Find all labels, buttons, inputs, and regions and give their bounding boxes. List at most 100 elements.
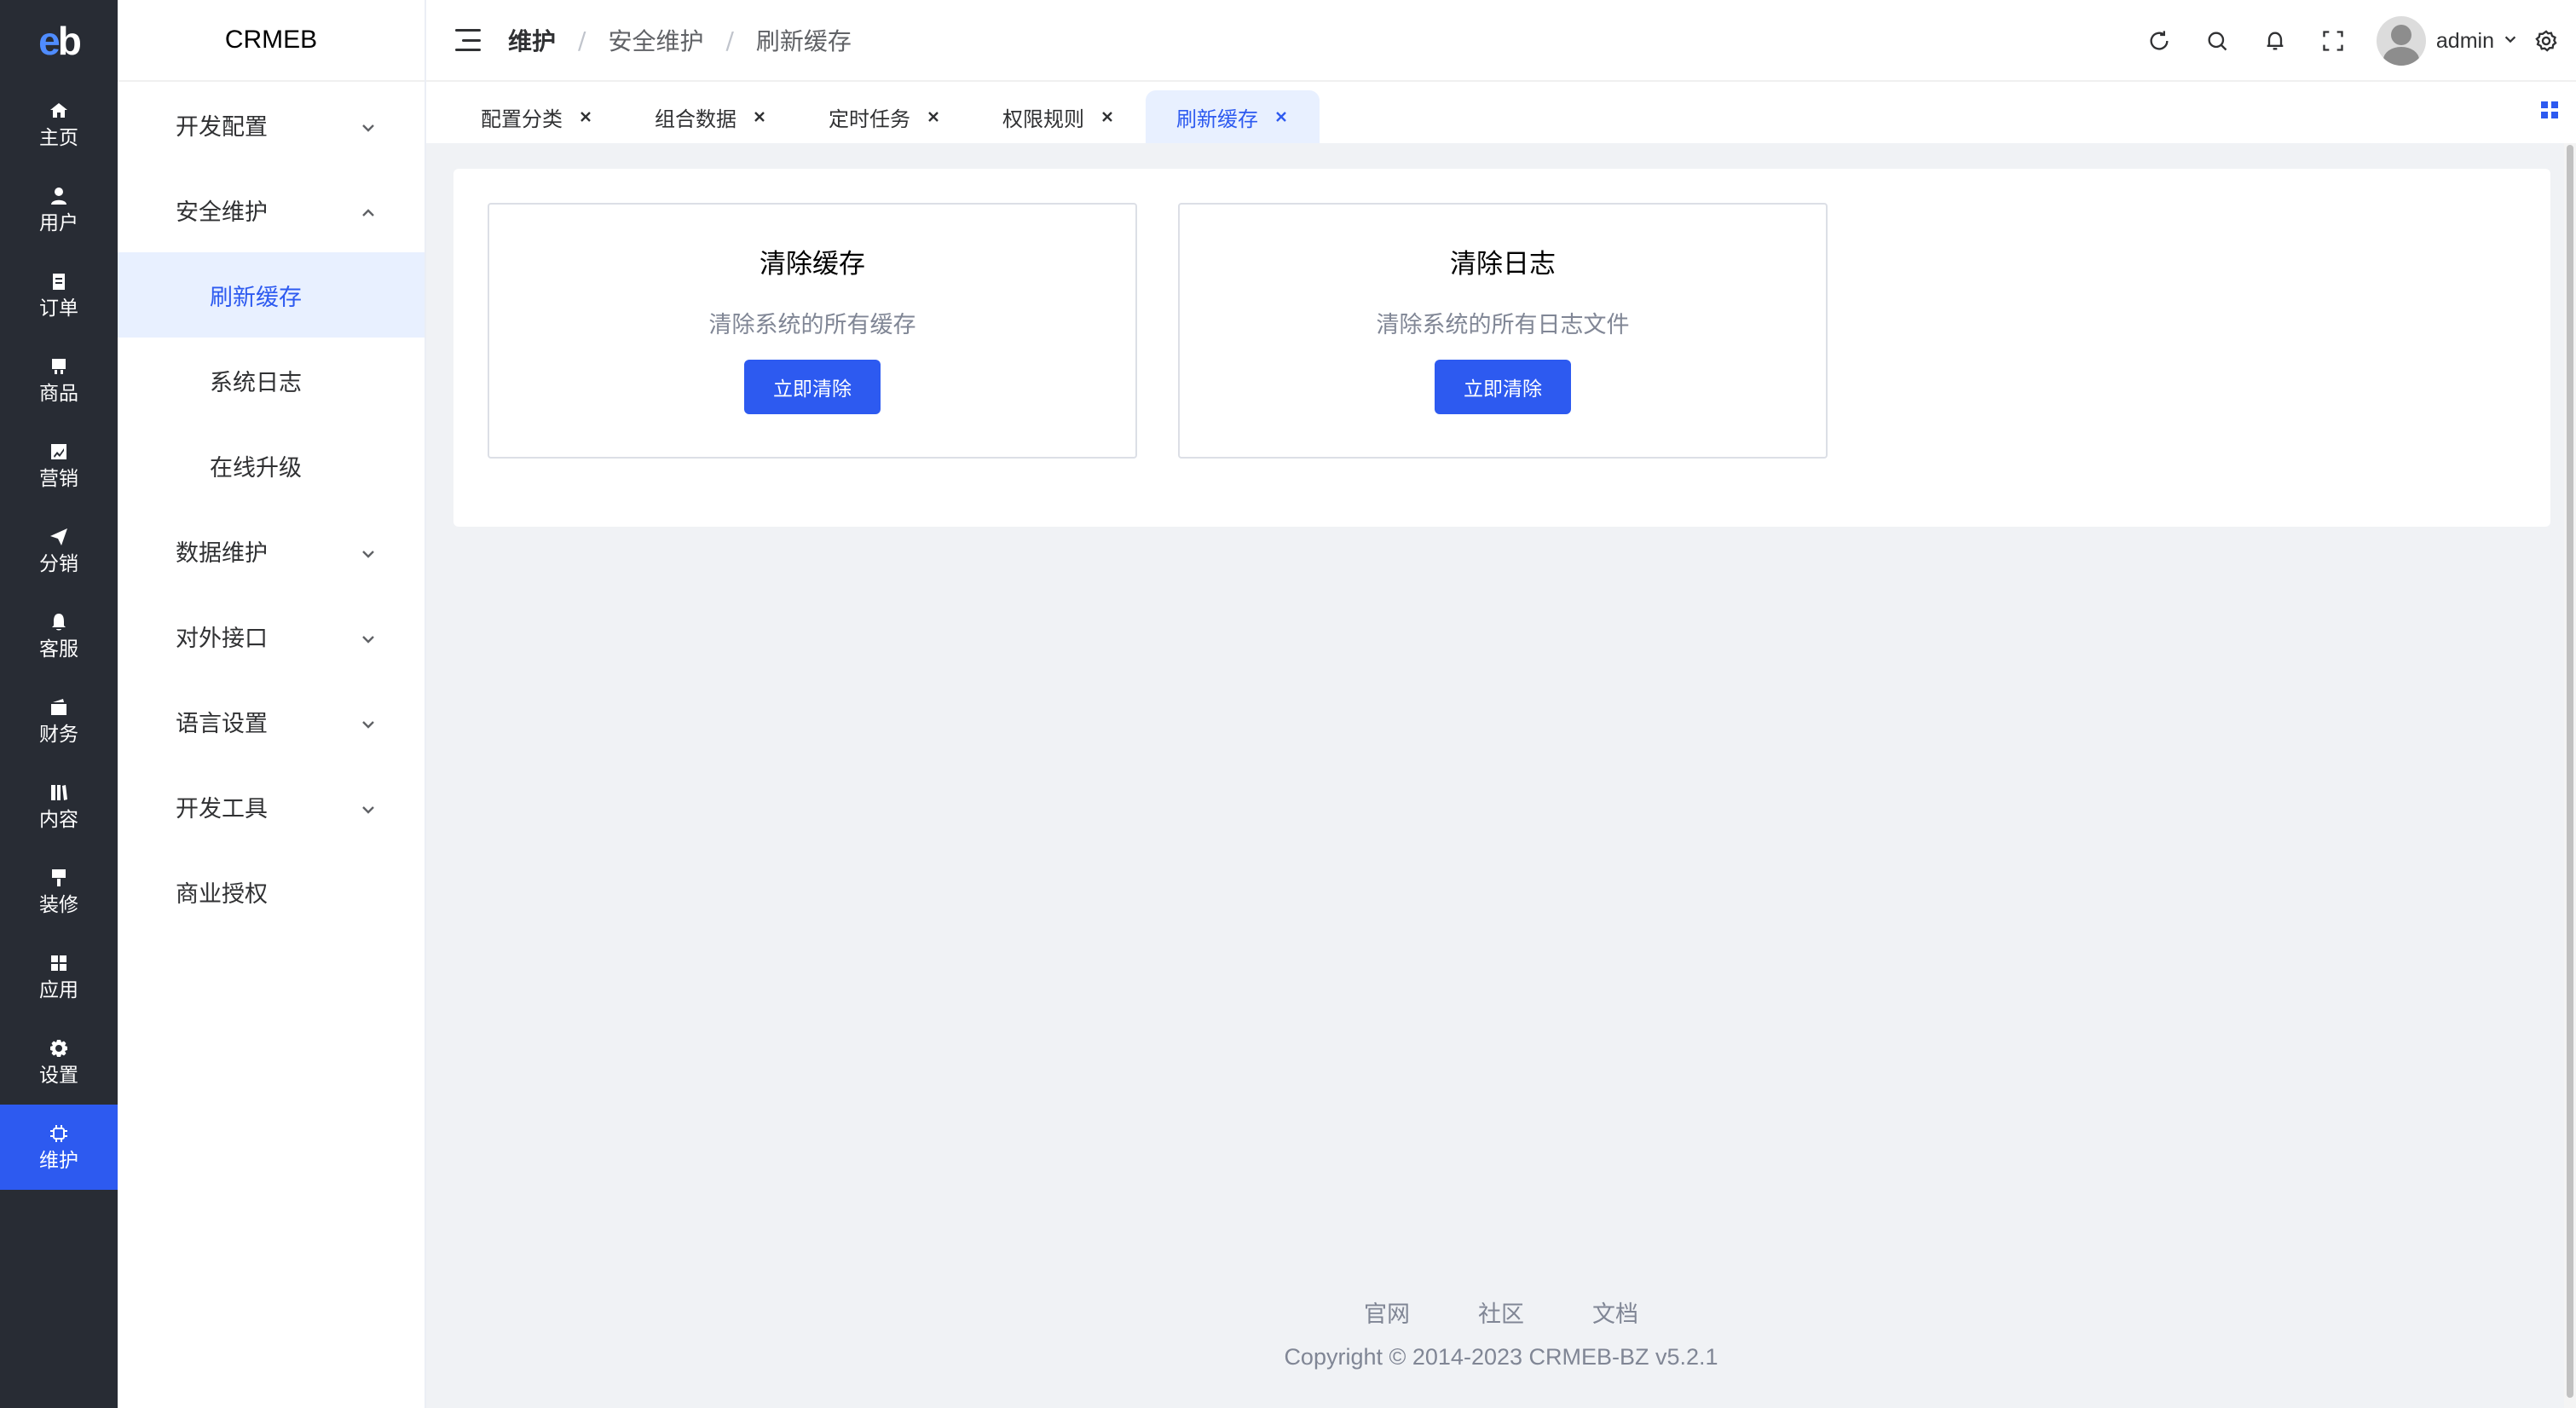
chevron-down-icon bbox=[360, 713, 377, 730]
footer-link-official-site[interactable]: 官网 bbox=[1364, 1295, 1410, 1329]
card-title: 清除缓存 bbox=[760, 249, 865, 280]
rail-item-service[interactable]: 客服 bbox=[0, 593, 118, 678]
rail-item-label: 营销 bbox=[39, 468, 78, 490]
submenu-item-refresh-cache[interactable]: 刷新缓存 bbox=[118, 252, 425, 338]
rail-item-label: 订单 bbox=[39, 297, 78, 320]
chevron-down-icon[interactable] bbox=[2503, 32, 2518, 50]
clear-log-button[interactable]: 立即清除 bbox=[1435, 360, 1571, 414]
submenu-group-label: 开发工具 bbox=[176, 795, 268, 822]
user-name[interactable]: admin bbox=[2436, 29, 2494, 54]
menu-toggle-icon[interactable] bbox=[455, 29, 481, 51]
rail-item-order[interactable]: 订单 bbox=[0, 252, 118, 338]
content-panel: 清除缓存 清除系统的所有缓存 立即清除 清除日志 清除系统的所有日志文件 立即清… bbox=[453, 169, 2550, 527]
rail-item-maintenance[interactable]: 维护 bbox=[0, 1105, 118, 1190]
footer-link-community[interactable]: 社区 bbox=[1478, 1295, 1524, 1329]
search-icon[interactable] bbox=[2203, 26, 2232, 55]
close-icon[interactable] bbox=[578, 109, 593, 124]
clear-cache-card: 清除缓存 清除系统的所有缓存 立即清除 bbox=[488, 203, 1137, 459]
submenu-group-label: 商业授权 bbox=[176, 880, 268, 908]
scrollbar-thumb[interactable] bbox=[2567, 145, 2573, 1398]
breadcrumb-item[interactable]: 安全维护 bbox=[608, 23, 703, 57]
footer: 官网 社区 文档 Copyright © 2014-2023 CRMEB-BZ … bbox=[426, 1295, 2576, 1370]
clipboard-icon bbox=[48, 270, 70, 292]
rail-item-label: 设置 bbox=[39, 1065, 78, 1087]
rail-item-label: 内容 bbox=[39, 809, 78, 831]
submenu-group-api[interactable]: 对外接口 bbox=[118, 593, 425, 678]
rail-item-label: 商品 bbox=[39, 383, 78, 405]
rail-item-label: 用户 bbox=[39, 212, 78, 234]
card-description: 清除系统的所有缓存 bbox=[708, 312, 916, 338]
close-icon[interactable] bbox=[1274, 109, 1289, 124]
submenu-group-dev-config[interactable]: 开发配置 bbox=[118, 82, 425, 167]
vertical-scrollbar[interactable] bbox=[2564, 143, 2576, 1408]
rail-item-home[interactable]: 主页 bbox=[0, 82, 118, 167]
page-tabs: 配置分类 组合数据 定时任务 权限规则 刷新缓存 bbox=[426, 82, 2576, 143]
submenu-group-label: 安全维护 bbox=[176, 199, 268, 226]
product-icon bbox=[48, 355, 70, 378]
submenu-item-system-log[interactable]: 系统日志 bbox=[118, 338, 425, 423]
tab-label: 权限规则 bbox=[1002, 107, 1084, 131]
book-icon bbox=[48, 782, 70, 804]
submenu-item-online-upgrade[interactable]: 在线升级 bbox=[118, 423, 425, 508]
submenu-group-dev-tools[interactable]: 开发工具 bbox=[118, 764, 425, 849]
rail-item-label: 应用 bbox=[39, 979, 78, 1001]
bell-icon[interactable] bbox=[2261, 26, 2290, 55]
rail-item-label: 客服 bbox=[39, 638, 78, 661]
submenu-group-language[interactable]: 语言设置 bbox=[118, 678, 425, 764]
close-icon[interactable] bbox=[926, 109, 941, 124]
submenu-group-label: 数据维护 bbox=[176, 540, 268, 567]
fullscreen-icon[interactable] bbox=[2319, 26, 2348, 55]
chevron-down-icon bbox=[360, 116, 377, 133]
brush-icon bbox=[48, 867, 70, 889]
close-icon[interactable] bbox=[1100, 109, 1115, 124]
breadcrumb-item[interactable]: 维护 bbox=[508, 23, 556, 57]
wallet-icon bbox=[48, 696, 70, 718]
close-icon[interactable] bbox=[752, 109, 767, 124]
apps-icon bbox=[48, 952, 70, 974]
tab-refresh-cache[interactable]: 刷新缓存 bbox=[1146, 90, 1320, 143]
tabs-menu-icon[interactable] bbox=[2540, 101, 2559, 119]
tab-label: 配置分类 bbox=[481, 107, 563, 131]
tab-combined-data[interactable]: 组合数据 bbox=[624, 90, 798, 143]
breadcrumb-separator: / bbox=[578, 26, 586, 55]
rail-item-settings[interactable]: 设置 bbox=[0, 1019, 118, 1105]
logo[interactable]: eb bbox=[0, 0, 118, 82]
chevron-down-icon bbox=[360, 542, 377, 559]
rail-item-label: 维护 bbox=[39, 1150, 78, 1172]
rail-item-distribution[interactable]: 分销 bbox=[0, 508, 118, 593]
tab-config-category[interactable]: 配置分类 bbox=[450, 90, 624, 143]
clear-cache-button[interactable]: 立即清除 bbox=[744, 360, 881, 414]
rail-item-user[interactable]: 用户 bbox=[0, 167, 118, 252]
submenu-group-security[interactable]: 安全维护 bbox=[118, 167, 425, 252]
rail-item-product[interactable]: 商品 bbox=[0, 338, 118, 423]
rail-item-marketing[interactable]: 营销 bbox=[0, 423, 118, 508]
clear-log-card: 清除日志 清除系统的所有日志文件 立即清除 bbox=[1178, 203, 1828, 459]
tab-scheduled-tasks[interactable]: 定时任务 bbox=[798, 90, 972, 143]
submenu-group-label: 对外接口 bbox=[176, 625, 268, 652]
home-icon bbox=[48, 100, 70, 122]
gear-icon[interactable] bbox=[2532, 26, 2561, 55]
breadcrumb-separator: / bbox=[725, 26, 734, 55]
footer-links: 官网 社区 文档 bbox=[426, 1295, 2576, 1329]
submenu-group-label: 开发配置 bbox=[176, 113, 268, 141]
chevron-up-icon bbox=[360, 201, 377, 218]
rail-item-apps[interactable]: 应用 bbox=[0, 934, 118, 1019]
submenu-group-data[interactable]: 数据维护 bbox=[118, 508, 425, 593]
rail-item-finance[interactable]: 财务 bbox=[0, 678, 118, 764]
breadcrumb-item-current: 刷新缓存 bbox=[755, 27, 852, 55]
avatar[interactable] bbox=[2376, 16, 2426, 66]
tab-label: 刷新缓存 bbox=[1176, 107, 1258, 131]
card-description: 清除系统的所有日志文件 bbox=[1376, 312, 1630, 338]
bell-icon bbox=[48, 611, 70, 633]
refresh-icon[interactable] bbox=[2145, 26, 2174, 55]
rail-item-label: 装修 bbox=[39, 894, 78, 916]
tab-label: 定时任务 bbox=[829, 107, 910, 131]
submenu-item-license[interactable]: 商业授权 bbox=[118, 849, 425, 934]
rail-item-decoration[interactable]: 装修 bbox=[0, 849, 118, 934]
footer-link-docs[interactable]: 文档 bbox=[1592, 1295, 1638, 1329]
rail-item-content[interactable]: 内容 bbox=[0, 764, 118, 849]
header-actions: admin bbox=[2145, 0, 2576, 82]
tab-permission-rules[interactable]: 权限规则 bbox=[972, 90, 1146, 143]
main-nav-rail: eb 主页 用户 订单 商品 营销 分销 客服 财务 内容 装修 应用 设置 维… bbox=[0, 0, 118, 1408]
gear-icon bbox=[48, 1037, 70, 1059]
